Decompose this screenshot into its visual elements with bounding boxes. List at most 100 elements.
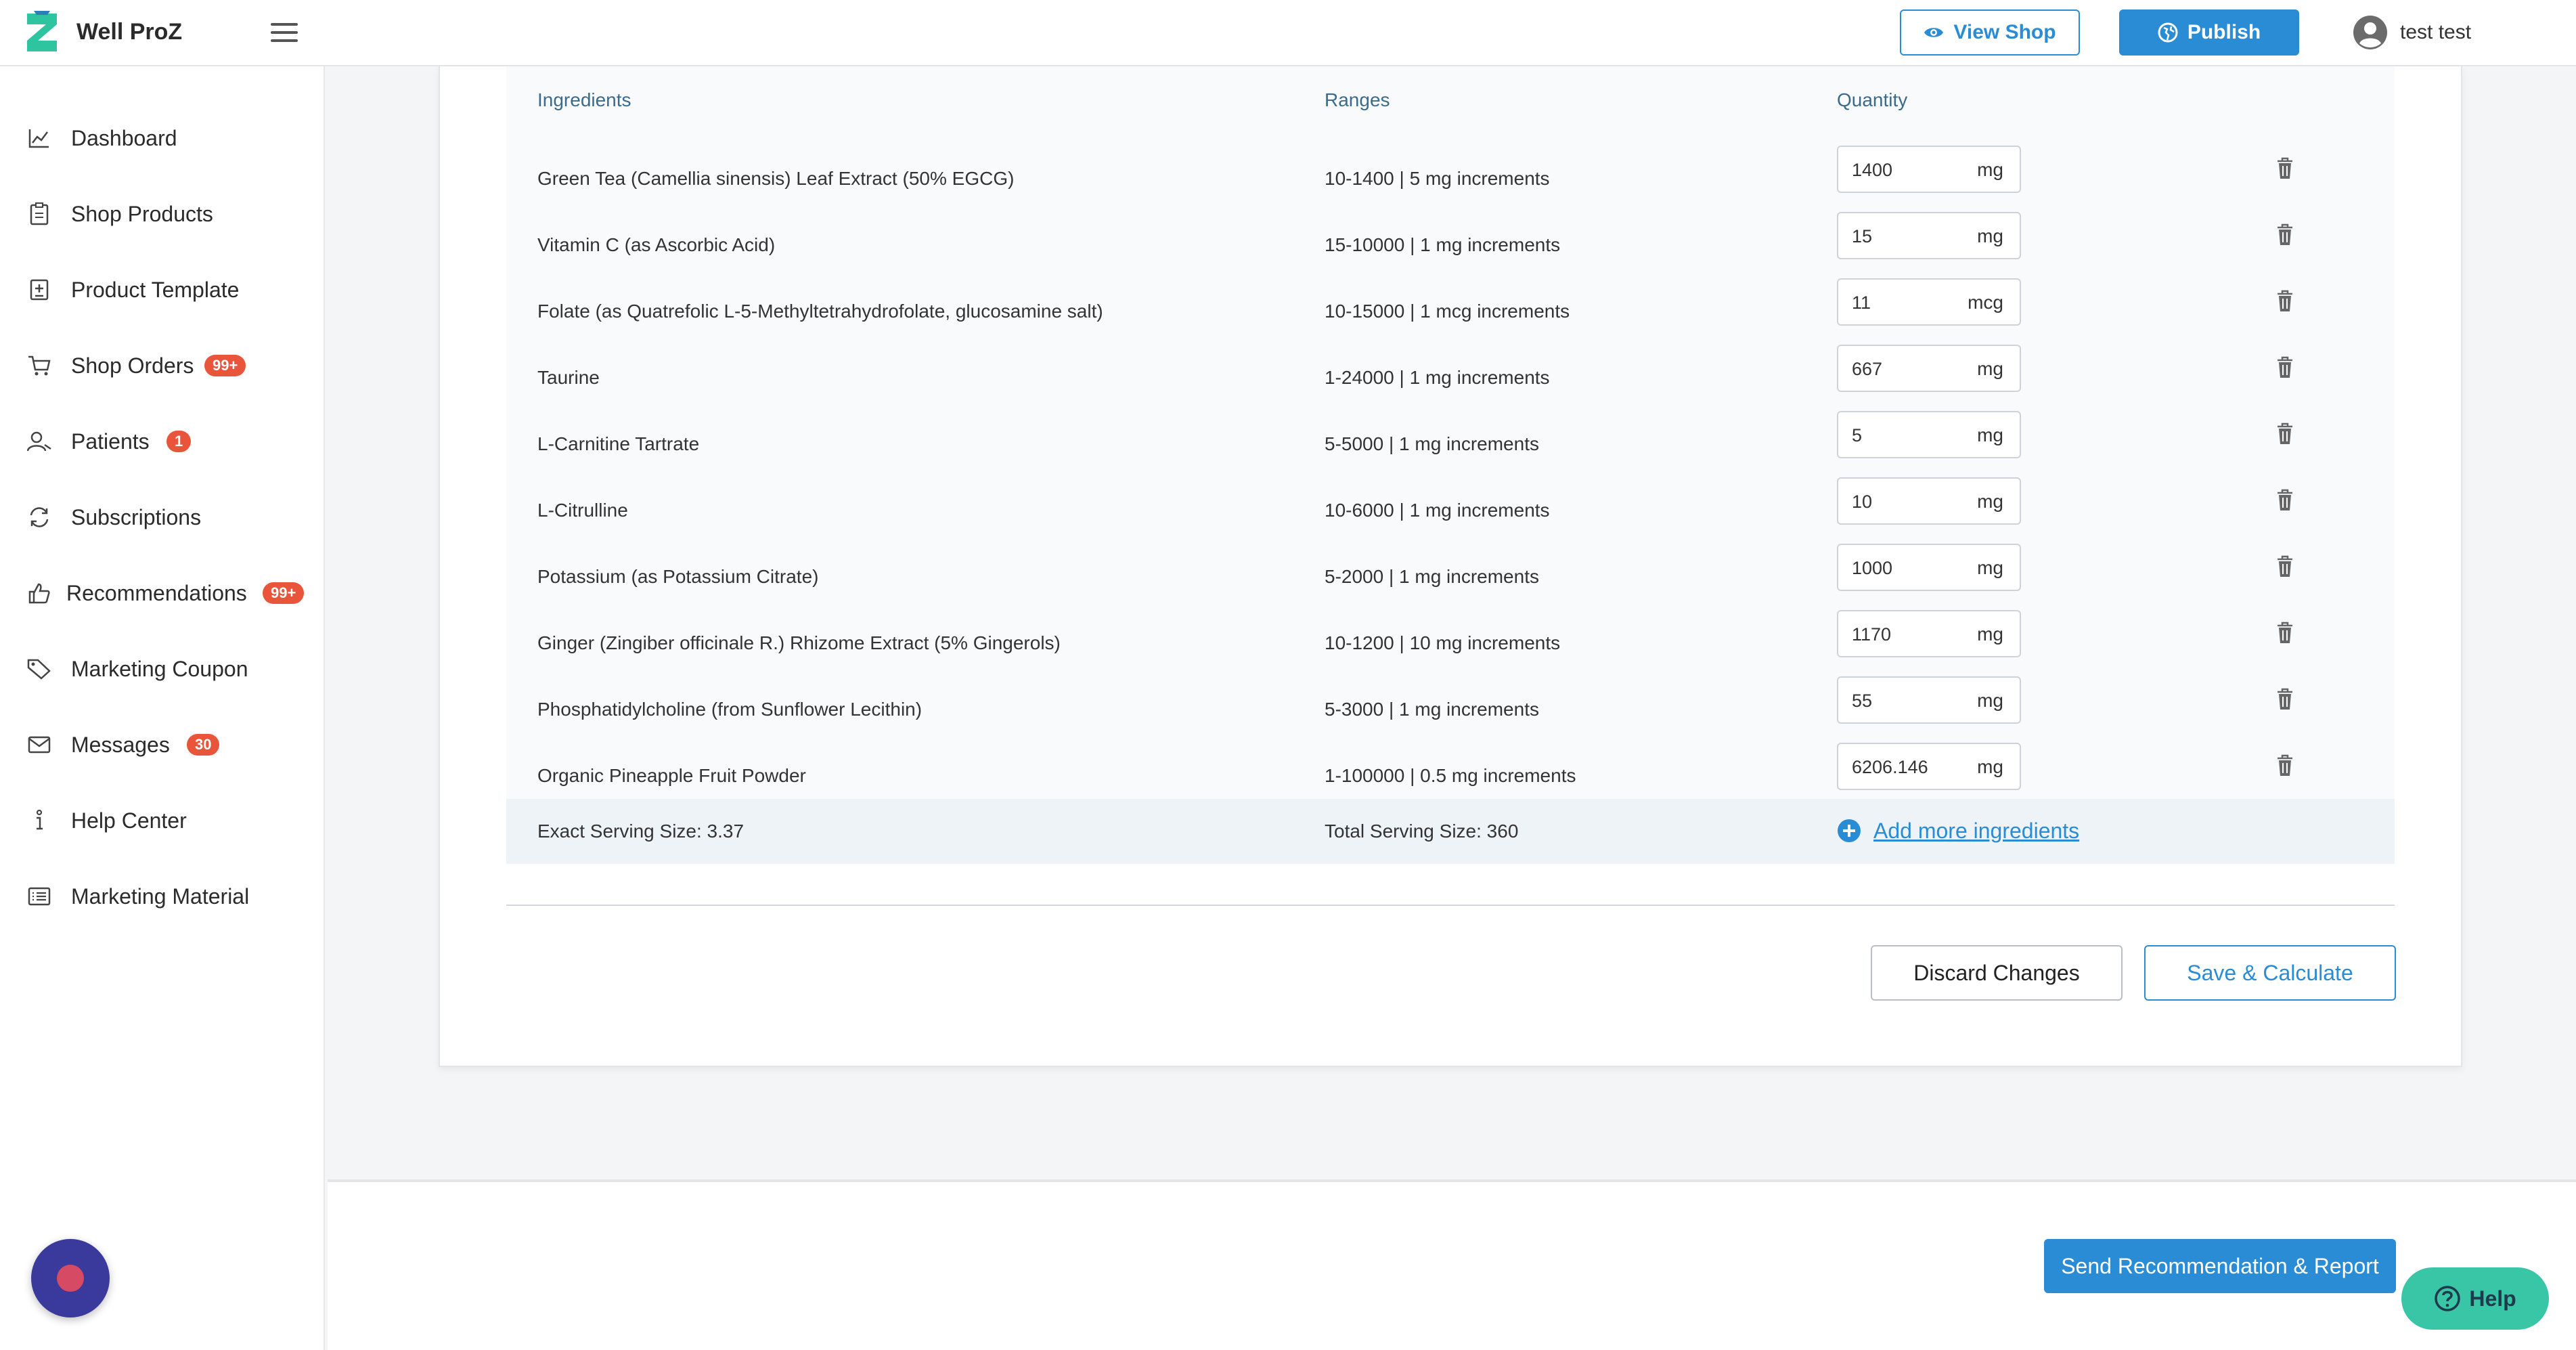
question-circle-icon	[2435, 1286, 2461, 1311]
ingredient-name: L-Carnitine Tartrate	[537, 433, 700, 454]
ingredient-range: 1-100000 | 0.5 mg increments	[1325, 765, 1576, 786]
send-recommendation-button[interactable]: Send Recommendation & Report	[2044, 1239, 2396, 1293]
quantity-unit: mg	[1977, 557, 2003, 578]
delete-icon[interactable]	[2275, 356, 2294, 379]
user-menu[interactable]: test test	[2353, 12, 2471, 53]
quantity-unit: mg	[1977, 624, 2003, 645]
column-header-quantity: Quantity	[1837, 89, 1908, 110]
quantity-input[interactable]	[1850, 545, 1955, 591]
column-header-ingredients: Ingredients	[537, 89, 631, 110]
list-icon	[27, 884, 51, 909]
quantity-field[interactable]: mg	[1837, 544, 2021, 591]
user-icon	[27, 429, 51, 454]
ingredient-range: 10-1400 | 5 mg increments	[1325, 168, 1550, 189]
sidebar-item-label: Recommendations	[66, 580, 247, 605]
logo-icon	[27, 11, 57, 51]
delete-icon[interactable]	[2275, 688, 2294, 711]
quantity-unit: mg	[1977, 491, 2003, 512]
cart-icon	[27, 353, 51, 378]
sidebar-item-product-template[interactable]: Product Template	[0, 256, 325, 324]
sidebar-item-marketing-material[interactable]: Marketing Material	[0, 863, 325, 930]
save-calculate-button[interactable]: Save & Calculate	[2144, 945, 2396, 1001]
quantity-input[interactable]	[1850, 611, 1955, 657]
ingredient-name: Ginger (Zingiber officinale R.) Rhizome …	[537, 632, 1061, 653]
sidebar-item-label: Shop Orders	[71, 353, 194, 378]
quantity-input[interactable]	[1850, 678, 1955, 724]
quantity-input[interactable]	[1850, 479, 1955, 525]
quantity-field[interactable]: mg	[1837, 676, 2021, 724]
quantity-input[interactable]	[1850, 412, 1955, 458]
sidebar: Dashboard Shop Products Product Template…	[0, 66, 325, 1350]
quantity-field[interactable]: mg	[1837, 212, 2021, 259]
sidebar-item-messages[interactable]: Messages 30	[0, 711, 325, 779]
ingredient-range: 5-5000 | 1 mg increments	[1325, 433, 1539, 454]
top-bar: Well ProZ View Shop Publish test test	[0, 0, 2576, 66]
quantity-field[interactable]: mg	[1837, 610, 2021, 657]
quantity-input[interactable]	[1850, 346, 1955, 392]
sidebar-item-label: Patients	[71, 429, 150, 454]
delete-icon[interactable]	[2275, 754, 2294, 777]
add-more-ingredients-link[interactable]: Add more ingredients	[1837, 815, 2079, 846]
sidebar-item-label: Messages	[71, 732, 170, 757]
user-avatar-icon	[2353, 16, 2387, 49]
quantity-field[interactable]: mg	[1837, 345, 2021, 392]
delete-icon[interactable]	[2275, 622, 2294, 645]
mail-icon	[27, 733, 51, 757]
sidebar-item-subscriptions[interactable]: Subscriptions	[0, 483, 325, 551]
quantity-unit: mg	[1977, 424, 2003, 445]
ingredient-range: 5-2000 | 1 mg increments	[1325, 566, 1539, 587]
ingredient-name: Green Tea (Camellia sinensis) Leaf Extra…	[537, 168, 1015, 189]
plus-circle-icon	[1838, 819, 1861, 842]
delete-icon[interactable]	[2275, 223, 2294, 246]
quantity-field[interactable]: mg	[1837, 743, 2021, 790]
view-shop-button[interactable]: View Shop	[1900, 9, 2080, 56]
chat-widget-button[interactable]	[31, 1239, 110, 1318]
publish-button[interactable]: Publish	[2119, 9, 2299, 56]
user-name: test test	[2400, 21, 2472, 43]
brand-name: Well ProZ	[76, 19, 183, 45]
quantity-field[interactable]: mcg	[1837, 278, 2021, 326]
sidebar-item-dashboard[interactable]: Dashboard	[0, 104, 325, 172]
tag-icon	[27, 657, 51, 681]
sidebar-item-label: Help Center	[71, 808, 187, 833]
sidebar-item-label: Subscriptions	[71, 504, 202, 529]
delete-icon[interactable]	[2275, 157, 2294, 180]
ingredient-range: 1-24000 | 1 mg increments	[1325, 367, 1550, 388]
chart-line-icon	[27, 126, 51, 150]
help-button[interactable]: Help	[2401, 1267, 2549, 1330]
menu-toggle-icon[interactable]	[271, 23, 298, 43]
quantity-input[interactable]	[1850, 147, 1955, 193]
template-icon	[27, 278, 51, 302]
quantity-input[interactable]	[1850, 744, 1955, 790]
eye-icon	[1924, 28, 1944, 37]
delete-icon[interactable]	[2275, 290, 2294, 313]
sidebar-item-shop-products[interactable]: Shop Products	[0, 180, 325, 248]
column-header-ranges: Ranges	[1325, 89, 1390, 110]
ingredient-name: Phosphatidylcholine (from Sunflower Leci…	[537, 699, 923, 720]
sidebar-item-help-center[interactable]: Help Center	[0, 787, 325, 854]
add-more-ingredients-label: Add more ingredients	[1873, 818, 2080, 843]
sidebar-item-shop-orders[interactable]: Shop Orders 99+	[0, 332, 325, 399]
recommendations-count-badge: 99+	[263, 582, 305, 604]
sidebar-item-marketing-coupon[interactable]: Marketing Coupon	[0, 635, 325, 703]
quantity-input[interactable]	[1850, 213, 1955, 259]
quantity-field[interactable]: mg	[1837, 477, 2021, 525]
ingredient-range: 10-15000 | 1 mcg increments	[1325, 301, 1570, 322]
delete-icon[interactable]	[2275, 489, 2294, 512]
sidebar-item-label: Marketing Material	[71, 884, 250, 909]
quantity-field[interactable]: mg	[1837, 146, 2021, 193]
ingredient-name: Potassium (as Potassium Citrate)	[537, 566, 819, 587]
divider	[506, 905, 2395, 906]
delete-icon[interactable]	[2275, 422, 2294, 445]
help-label: Help	[2469, 1286, 2516, 1311]
discard-changes-button[interactable]: Discard Changes	[1871, 945, 2123, 1001]
delete-icon[interactable]	[2275, 555, 2294, 578]
sidebar-item-recommendations[interactable]: Recommendations 99+	[0, 559, 325, 627]
sidebar-item-label: Product Template	[71, 277, 240, 302]
ingredient-range: 15-10000 | 1 mg increments	[1325, 234, 1561, 255]
quantity-field[interactable]: mg	[1837, 411, 2021, 458]
exact-serving-size: Exact Serving Size: 3.37	[537, 821, 745, 842]
sidebar-item-patients[interactable]: Patients 1	[0, 408, 325, 475]
quantity-input[interactable]	[1850, 280, 1955, 326]
sidebar-item-label: Shop Products	[71, 201, 213, 226]
